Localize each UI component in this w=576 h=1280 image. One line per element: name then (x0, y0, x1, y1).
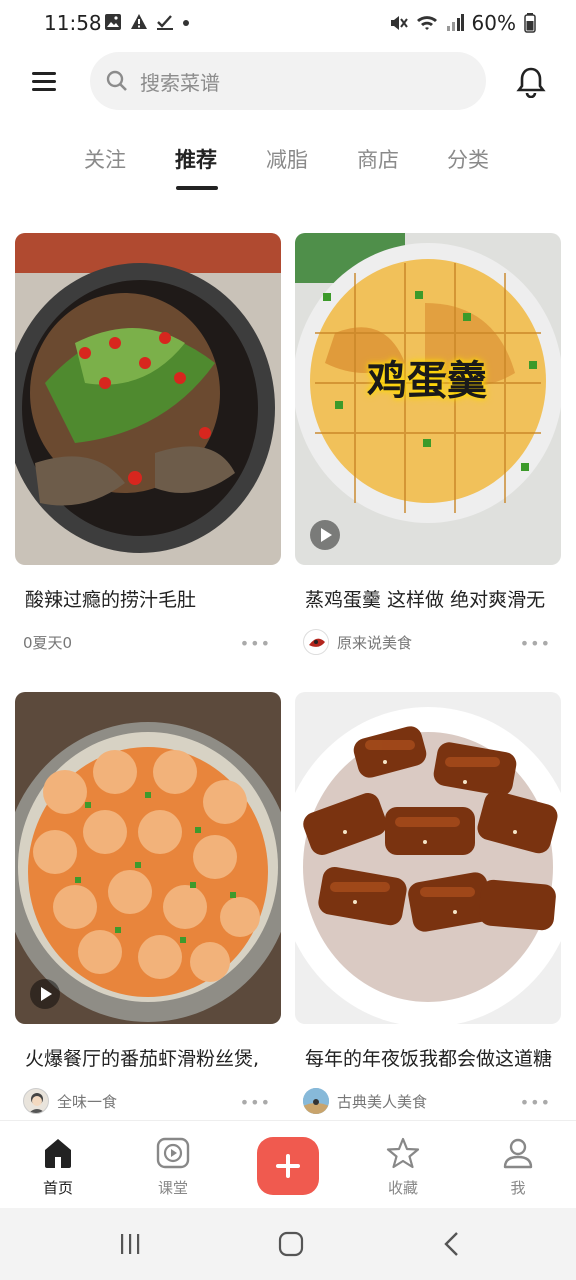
mute-icon (390, 16, 408, 30)
status-time: 11:58 (44, 11, 102, 35)
check-icon (157, 15, 173, 30)
recipe-image[interactable] (15, 692, 281, 1024)
star-icon (386, 1137, 420, 1169)
back-icon[interactable] (442, 1231, 462, 1257)
active-tab-indicator (176, 186, 218, 190)
nav-me-label: 我 (510, 1179, 526, 1197)
wifi-icon (416, 16, 437, 30)
nav-home-label: 首页 (42, 1179, 73, 1197)
search-icon (106, 70, 127, 91)
author-avatar[interactable] (303, 629, 329, 655)
notification-icons (104, 13, 190, 31)
warning-icon (131, 14, 147, 29)
recipe-title[interactable]: 火爆餐厅的番茄虾滑粉丝煲, (25, 1044, 287, 1071)
nav-classroom[interactable]: 课堂 (133, 1137, 213, 1198)
recipe-card[interactable]: 每年的年夜饭我都会做这道糖 古典美人美食 ••• (295, 692, 561, 1115)
recipe-meta: 全味一食 ••• (23, 1087, 279, 1115)
recipe-title[interactable]: 酸辣过瘾的捞汁毛肚 (25, 585, 287, 612)
bell-icon[interactable] (516, 66, 546, 98)
tab-follow[interactable]: 关注 (84, 144, 126, 174)
more-options-icon[interactable]: ••• (240, 1093, 271, 1112)
search-bar[interactable]: 搜索菜谱 (90, 52, 486, 110)
user-icon (503, 1138, 533, 1169)
tab-store[interactable]: 商店 (357, 144, 399, 174)
recipe-image[interactable] (15, 233, 281, 565)
author-avatar[interactable] (23, 1088, 49, 1114)
more-options-icon[interactable]: ••• (520, 634, 551, 653)
home-icon (45, 1139, 71, 1168)
author-name[interactable]: 0夏天0 (23, 632, 72, 653)
status-bar: 11:58 60% (0, 0, 576, 46)
author-name[interactable]: 古典美人美食 (337, 1091, 427, 1112)
recipe-card[interactable]: 火爆餐厅的番茄虾滑粉丝煲, 全味一食 ••• (15, 692, 281, 1115)
dot-icon (183, 20, 189, 26)
recipe-meta: 原来说美食 ••• (303, 628, 559, 656)
author-name[interactable]: 原来说美食 (337, 632, 412, 653)
overlay-caption: 鸡蛋羹 (367, 358, 487, 404)
more-options-icon[interactable]: ••• (240, 634, 271, 653)
recipe-image[interactable]: 鸡蛋羹 (295, 233, 561, 565)
more-options-icon[interactable]: ••• (520, 1093, 551, 1112)
recipe-title[interactable]: 蒸鸡蛋羹 这样做 绝对爽滑无 (305, 585, 567, 612)
recipe-card[interactable]: 鸡蛋羹 蒸鸡蛋羹 这样做 绝对爽滑无 原来说美食 ••• (295, 233, 561, 656)
recipe-title[interactable]: 每年的年夜饭我都会做这道糖 (305, 1044, 567, 1071)
play-square-icon (156, 1137, 190, 1169)
tab-diet[interactable]: 减脂 (266, 144, 308, 174)
signal-icon (446, 14, 464, 31)
nav-favorites-label: 收藏 (387, 1179, 418, 1197)
nav-classroom-label: 课堂 (157, 1179, 188, 1197)
category-tabs: 关注 推荐 减脂 商店 分类 (0, 144, 576, 194)
top-header: 搜索菜谱 (0, 52, 576, 110)
author-name[interactable]: 全味一食 (57, 1091, 117, 1112)
home-button-icon[interactable] (278, 1231, 304, 1257)
battery-icon (524, 13, 536, 33)
nav-home[interactable]: 首页 (18, 1137, 98, 1198)
recipe-image[interactable] (295, 692, 561, 1024)
author-avatar[interactable] (303, 1088, 329, 1114)
recipe-meta: 0夏天0 ••• (23, 628, 279, 656)
tab-recommend[interactable]: 推荐 (175, 144, 217, 174)
battery-text: 60% (471, 11, 516, 35)
add-recipe-button[interactable] (257, 1137, 319, 1195)
recent-apps-icon[interactable] (118, 1232, 142, 1256)
recipe-meta: 古典美人美食 ••• (303, 1087, 559, 1115)
system-icons: 60% (388, 11, 536, 35)
gallery-icon (105, 14, 121, 30)
recipe-card[interactable]: 酸辣过瘾的捞汁毛肚 0夏天0 ••• (15, 233, 281, 656)
tab-category[interactable]: 分类 (447, 144, 489, 174)
bottom-nav: 首页 课堂 收藏 我 (0, 1120, 576, 1208)
search-placeholder: 搜索菜谱 (140, 70, 220, 95)
system-nav-bar (0, 1208, 576, 1280)
nav-me[interactable]: 我 (478, 1137, 558, 1198)
nav-favorites[interactable]: 收藏 (363, 1137, 443, 1198)
menu-button[interactable] (32, 70, 58, 92)
